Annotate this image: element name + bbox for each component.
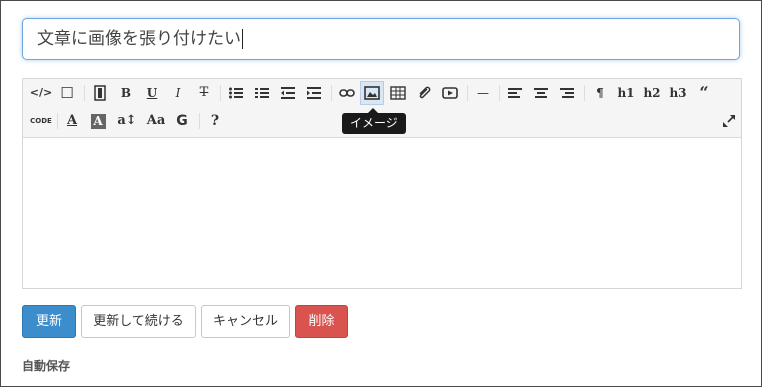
image-tooltip: イメージ <box>342 108 406 134</box>
background-color-glyph: A <box>90 114 106 129</box>
title-input-value: 文章に画像を張り付けたい <box>37 29 241 49</box>
text-caret <box>242 29 243 49</box>
toolbar-divider <box>57 113 58 129</box>
video-icon[interactable] <box>438 81 462 105</box>
update-button[interactable]: 更新 <box>22 305 76 338</box>
bold-icon[interactable]: B <box>114 81 138 105</box>
toolbar-divider <box>84 85 85 101</box>
link-icon[interactable] <box>335 81 359 105</box>
toolbar-divider <box>220 85 221 101</box>
h1-icon[interactable]: h1 <box>614 81 638 105</box>
delete-button[interactable]: 削除 <box>295 305 348 338</box>
unordered-list-icon[interactable] <box>224 81 248 105</box>
outdent-icon[interactable] <box>276 81 300 105</box>
toolbar-divider <box>467 85 468 101</box>
toolbar-divider <box>499 85 500 101</box>
paragraph-icon[interactable]: ¶ <box>588 81 612 105</box>
expand-icon[interactable] <box>717 109 741 133</box>
editor-panel: 文章に画像を張り付けたい </> ☐ B U I T — ¶ h1 h2 h3 … <box>0 0 762 387</box>
update-continue-button[interactable]: 更新して続ける <box>81 305 196 338</box>
code-view-icon[interactable]: </> <box>29 81 53 105</box>
image-icon[interactable] <box>360 81 384 105</box>
autosave-label: 自動保存 <box>22 359 71 373</box>
strikethrough-icon[interactable]: T <box>192 81 216 105</box>
align-center-icon[interactable] <box>529 81 553 105</box>
font-family-icon[interactable]: G <box>170 109 194 133</box>
font-size-icon[interactable]: Aa <box>142 109 170 133</box>
attachment-icon[interactable] <box>412 81 436 105</box>
quote-icon[interactable]: “ <box>692 81 716 105</box>
cancel-button[interactable]: キャンセル <box>201 305 290 338</box>
h2-icon[interactable]: h2 <box>640 81 664 105</box>
editor-content-area[interactable] <box>23 138 741 288</box>
background-color-icon[interactable]: A <box>86 109 110 133</box>
toolbar-divider <box>331 85 332 101</box>
toolbar-divider <box>199 113 200 129</box>
underline-icon[interactable]: U <box>140 81 164 105</box>
toolbar-divider <box>584 85 585 101</box>
italic-icon[interactable]: I <box>166 81 190 105</box>
h3-icon[interactable]: h3 <box>666 81 690 105</box>
rich-text-editor: </> ☐ B U I T — ¶ h1 h2 h3 “ CODE A A a↕… <box>22 78 742 289</box>
line-height-icon[interactable]: a↕ <box>112 109 142 133</box>
table-icon[interactable] <box>386 81 410 105</box>
ordered-list-icon[interactable] <box>250 81 274 105</box>
fullscreen-box-icon[interactable]: ☐ <box>55 81 79 105</box>
indent-icon[interactable] <box>302 81 326 105</box>
template-icon[interactable] <box>88 81 112 105</box>
help-icon[interactable]: ? <box>203 109 227 133</box>
title-input[interactable]: 文章に画像を張り付けたい <box>22 18 740 60</box>
font-color-icon[interactable]: A <box>60 109 84 133</box>
align-left-icon[interactable] <box>503 81 527 105</box>
code-block-icon[interactable]: CODE <box>29 109 53 133</box>
toolbar-row-1: </> ☐ B U I T — ¶ h1 h2 h3 “ <box>23 81 741 107</box>
align-right-icon[interactable] <box>555 81 579 105</box>
horizontal-rule-icon[interactable]: — <box>471 81 495 105</box>
